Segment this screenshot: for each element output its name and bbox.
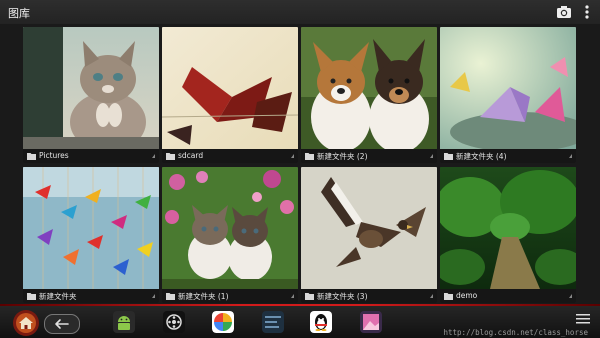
album-label: 新建文件夹 (3) [317, 292, 368, 301]
folder-icon [305, 153, 314, 160]
app-title: 图库 [8, 7, 30, 20]
album-label-bar: 新建文件夹 (1) [162, 289, 298, 303]
album-thumbnail [162, 27, 298, 149]
film-app-icon[interactable] [163, 311, 185, 333]
album-tile[interactable]: 新建文件夹 (1) [162, 167, 298, 303]
qq-penguin-icon[interactable] [310, 311, 332, 333]
album-thumbnail [440, 27, 576, 149]
corner-indicator-icon [430, 294, 433, 298]
album-label: 新建文件夹 (4) [456, 152, 507, 161]
album-label-bar: 新建文件夹 (3) [301, 289, 437, 303]
corner-indicator-icon [152, 154, 155, 158]
album-tile[interactable]: Pictures [23, 27, 159, 163]
folder-icon [444, 153, 453, 160]
album-label: sdcard [178, 151, 204, 160]
album-tile[interactable]: 新建文件夹 (2) [301, 27, 437, 163]
album-thumbnail [23, 27, 159, 149]
navigation-bar: http://blog.csdn.net/class_horse [0, 306, 600, 338]
album-label: 新建文件夹 (2) [317, 152, 368, 161]
album-thumbnail [23, 167, 159, 289]
colorful-app-icon[interactable] [212, 311, 234, 333]
overflow-menu-icon[interactable] [582, 4, 592, 20]
gallery-app-icon[interactable] [360, 311, 382, 333]
album-label-bar: demo [440, 289, 576, 303]
album-tile[interactable]: 新建文件夹 (3) [301, 167, 437, 303]
folder-icon [305, 293, 314, 300]
album-label: Pictures [39, 151, 69, 160]
dark-app-icon[interactable] [262, 311, 284, 333]
corner-indicator-icon [152, 294, 155, 298]
action-bar: 图库 [0, 0, 600, 24]
album-label-bar: 新建文件夹 (4) [440, 149, 576, 163]
back-arrow-icon [55, 319, 69, 329]
album-label-bar: Pictures [23, 149, 159, 163]
album-label: 新建文件夹 [39, 292, 77, 301]
corner-indicator-icon [291, 294, 294, 298]
corner-indicator-icon [430, 154, 433, 158]
album-tile[interactable]: 新建文件夹 [23, 167, 159, 303]
album-label: 新建文件夹 (1) [178, 292, 229, 301]
home-icon[interactable] [12, 309, 40, 337]
corner-indicator-icon [569, 154, 572, 158]
album-thumbnail [301, 167, 437, 289]
folder-icon [166, 293, 175, 300]
album-tile[interactable]: 新建文件夹 (4) [440, 27, 576, 163]
watermark-text: http://blog.csdn.net/class_horse [443, 328, 589, 337]
folder-icon [166, 153, 175, 160]
camera-icon[interactable] [556, 4, 572, 20]
album-label-bar: sdcard [162, 149, 298, 163]
corner-indicator-icon [569, 294, 572, 298]
back-button[interactable] [44, 314, 80, 334]
folder-icon [27, 153, 36, 160]
album-grid: Pictures sdcard 新建文件夹 (2) 新建文件夹 (4) 新建文件… [23, 27, 576, 303]
folder-icon [444, 293, 453, 300]
album-thumbnail [440, 167, 576, 289]
album-label-bar: 新建文件夹 (2) [301, 149, 437, 163]
album-thumbnail [162, 167, 298, 289]
android-app-icon[interactable] [113, 311, 135, 333]
menu-icon[interactable] [576, 314, 590, 324]
folder-icon [27, 293, 36, 300]
album-tile[interactable]: sdcard [162, 27, 298, 163]
album-label-bar: 新建文件夹 [23, 289, 159, 303]
corner-indicator-icon [291, 154, 294, 158]
album-label: demo [456, 291, 478, 300]
album-thumbnail [301, 27, 437, 149]
album-tile[interactable]: demo [440, 167, 576, 303]
